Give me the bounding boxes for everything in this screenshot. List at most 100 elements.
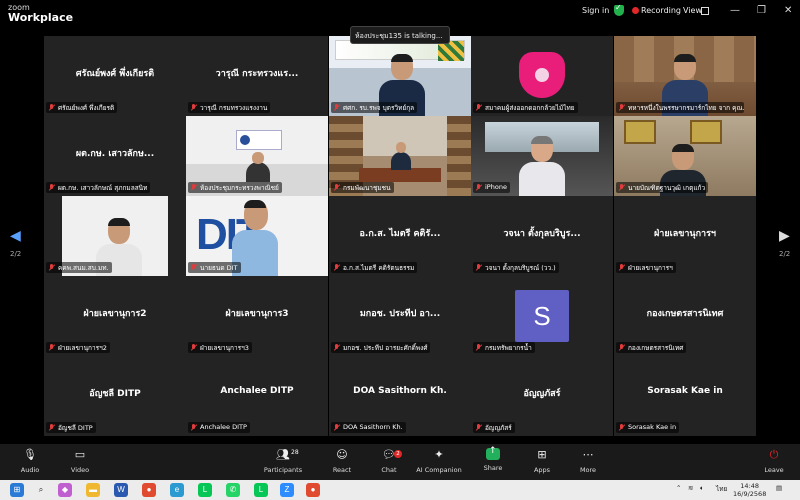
sparkle-icon: ✦: [434, 448, 444, 461]
leave-button[interactable]: ⏻ Leave: [746, 448, 800, 474]
participant-tile-video[interactable]: กรมพัฒนาชุมชน: [329, 116, 471, 196]
video-button[interactable]: ▭ Video: [52, 448, 108, 474]
participant-label: กรมพัฒนาชุมชน: [331, 182, 394, 193]
logo-line2: Workplace: [8, 11, 74, 24]
share-button[interactable]: Share: [465, 446, 521, 472]
participant-tile[interactable]: ฝ่ายเลขานุการฯ ฝ่ายเลขานุการฯ: [614, 196, 756, 276]
clock-date: 16/9/2568: [733, 490, 767, 498]
taskbar-clock[interactable]: 14:48 16/9/2568: [733, 482, 766, 498]
participant-tile-video[interactable]: นายบัณฑิตฐานวุฒิ เกตุแก้ว: [614, 116, 756, 196]
participant-tile[interactable]: มกอช. ประทีป อา... มกอช. ประทีป อารยะศัก…: [329, 276, 471, 356]
mic-muted-icon: [191, 424, 197, 431]
apps-icon: ⊞: [537, 448, 547, 461]
participant-tile-video[interactable]: คคพ.สนม.สบ.มท.: [44, 196, 186, 276]
participant-tile[interactable]: อัญชลี DITP อัญชลี DITP: [44, 356, 186, 436]
participant-tile[interactable]: ผต.กษ. เสาวลักษ... ผต.กษ. เสาวลักษณ์ สุภ…: [44, 116, 186, 196]
more-button[interactable]: ⋯ More: [560, 448, 616, 474]
zoom-window: zoom Workplace Sign in Recording View — …: [0, 0, 800, 500]
participant-name: ฝ่ายเลขานุการ2: [83, 309, 147, 319]
notification-icon[interactable]: ▤: [776, 484, 782, 492]
participant-label: นายธนด DIT: [188, 262, 241, 273]
participant-label: Anchalee DITP: [188, 422, 250, 433]
sign-in-button[interactable]: Sign in: [582, 6, 609, 15]
participant-tile[interactable]: Sorasak Kae in Sorasak Kae in: [614, 356, 756, 436]
talking-indicator: ห้องประชุม135 is talking...: [350, 26, 450, 44]
mic-muted-icon: [334, 264, 340, 271]
zoom-logo: zoom Workplace: [8, 3, 73, 24]
participant-tile-video[interactable]: ห้องประชุมกระทรวงพาณิชย์: [186, 116, 328, 196]
language-indicator[interactable]: ไทย: [716, 484, 727, 494]
participant-name: ศรัณย์พงศ์ พึ่งเกียรติ: [75, 69, 155, 79]
file-explorer-icon[interactable]: ▬: [86, 483, 100, 497]
participant-label: Sorasak Kae in: [616, 422, 680, 433]
title-bar: zoom Workplace Sign in Recording View — …: [0, 0, 800, 26]
restore-button[interactable]: ❐: [757, 5, 766, 16]
participant-tile[interactable]: อ.ก.ส. ไมตรี คติรั... อ.ก.ส.ไมตรี คติรัต…: [329, 196, 471, 276]
participant-label: ทหารหนึ่งในพรรษากรมาร์กไทย จาก คุณ...: [616, 102, 744, 113]
chrome-icon[interactable]: ●: [142, 483, 156, 497]
ai-companion-button[interactable]: ✦ AI Companion: [411, 448, 467, 474]
chrome-window-icon[interactable]: ●: [306, 483, 320, 497]
participant-label: อัญญภัสร์: [473, 422, 515, 433]
participant-name: อ.ก.ส. ไมตรี คติรั...: [359, 229, 441, 239]
recording-label[interactable]: Recording: [641, 6, 681, 15]
windows-start-icon[interactable]: ⊞: [10, 483, 24, 497]
participant-name: กองเกษตรสารนิเทศ: [646, 309, 724, 319]
minimize-button[interactable]: —: [730, 5, 740, 16]
mic-muted-icon: [49, 264, 55, 271]
participant-tile[interactable]: วารุณี กระทรวงแร... วารุณี กรมทรวงแรงงาน: [186, 36, 328, 116]
speaker-icon[interactable]: 🔈︎: [700, 484, 704, 493]
participant-tile[interactable]: Anchalee DITP Anchalee DITP: [186, 356, 328, 436]
participant-name: วารุณี กระทรวงแร...: [215, 69, 299, 79]
edge-icon[interactable]: e: [170, 483, 184, 497]
participant-name: มกอช. ประทีป อา...: [359, 309, 441, 319]
participant-tile[interactable]: อัญญภัสร์ อัญญภัสร์: [471, 356, 613, 436]
view-button[interactable]: View: [683, 6, 702, 15]
tray-chevron-icon[interactable]: ⌃: [676, 484, 681, 492]
participant-tile[interactable]: วจนา ตั้งกุลบริบูร... วจนา ตั้งกุลบริบูร…: [471, 196, 613, 276]
zoom-app-icon[interactable]: Z: [280, 483, 294, 497]
participant-label: กองเกษตรสารนิเทศ: [616, 342, 687, 353]
copilot-icon[interactable]: ◆: [58, 483, 72, 497]
line-icon[interactable]: L: [198, 483, 212, 497]
previous-page-icon[interactable]: ◀: [10, 228, 21, 244]
participant-tile-video[interactable]: DIT นายธนด DIT: [186, 196, 328, 276]
participant-tile-video[interactable]: ศศก. รบ.รพจ บุตรวิทย์กุล: [329, 36, 471, 116]
gallery-grid-icon[interactable]: [701, 7, 709, 15]
participant-label: ศศก. รบ.รพจ บุตรวิทย์กุล: [331, 102, 418, 113]
participant-person: [391, 142, 411, 170]
participant-tile[interactable]: ฝ่ายเลขานุการ3 ฝ่ายเลขานุการฯ3: [186, 276, 328, 356]
participant-tile-video[interactable]: iPhone: [471, 116, 613, 196]
gallery-view: ศรัณย์พงศ์ พึ่งเกียรติ ศรัณย์พงศ์ พึ่งเก…: [44, 36, 756, 436]
participant-tile[interactable]: กองเกษตรสารนิเทศ กองเกษตรสารนิเทศ: [614, 276, 756, 356]
search-icon[interactable]: ⌕: [34, 483, 48, 497]
next-page-icon[interactable]: ▶: [779, 228, 790, 244]
chat-button[interactable]: 💬︎ 2 Chat: [361, 448, 417, 474]
participant-tile[interactable]: สมาคมผู้ส่งออกดอกกล้วยไม้ไทย: [471, 36, 613, 116]
encryption-shield-icon[interactable]: [614, 3, 624, 16]
chat-unread-badge: 2: [394, 450, 402, 458]
participant-tile[interactable]: ฝ่ายเลขานุการ2 ฝ่ายเลขานุการฯ2: [44, 276, 186, 356]
meeting-toolbar: 🎙︎ Audio ▭ Video 👥︎ 28 Participants ☺ Re…: [0, 444, 800, 480]
whatsapp-icon[interactable]: ✆: [226, 483, 240, 497]
mic-muted-icon: [619, 104, 625, 111]
participants-button[interactable]: 👥︎ 28 Participants: [255, 448, 311, 474]
participant-label: นายบัณฑิตฐานวุฒิ เกตุแก้ว: [616, 182, 709, 193]
wifi-icon[interactable]: ≋: [688, 484, 693, 492]
participant-label: DOA Sasithorn Kh.: [331, 422, 406, 433]
word-icon[interactable]: W: [114, 483, 128, 497]
participant-tile[interactable]: S กรมทรัพยากรน้ำ: [471, 276, 613, 356]
mic-muted-icon: [476, 424, 482, 431]
participant-tile[interactable]: DOA Sasithorn Kh. DOA Sasithorn Kh.: [329, 356, 471, 436]
mic-muted-icon: [476, 344, 482, 351]
participant-label: ห้องประชุมกระทรวงพาณิชย์: [188, 182, 282, 193]
participant-name: ผต.กษ. เสาวลักษ...: [75, 149, 155, 159]
close-button[interactable]: ✕: [784, 5, 792, 16]
audio-button[interactable]: 🎙︎ Audio: [2, 448, 58, 474]
participant-tile[interactable]: ศรัณย์พงศ์ พึ่งเกียรติ ศรัณย์พงศ์ พึ่งเก…: [44, 36, 186, 116]
mic-muted-icon: [619, 264, 625, 271]
participant-label: อ.ก.ส.ไมตรี คติรัตนธรรม: [331, 262, 418, 273]
mic-muted-icon: [49, 424, 55, 431]
participant-tile-video[interactable]: ทหารหนึ่งในพรรษากรมาร์กไทย จาก คุณ...: [614, 36, 756, 116]
line-app-icon[interactable]: L: [254, 483, 268, 497]
